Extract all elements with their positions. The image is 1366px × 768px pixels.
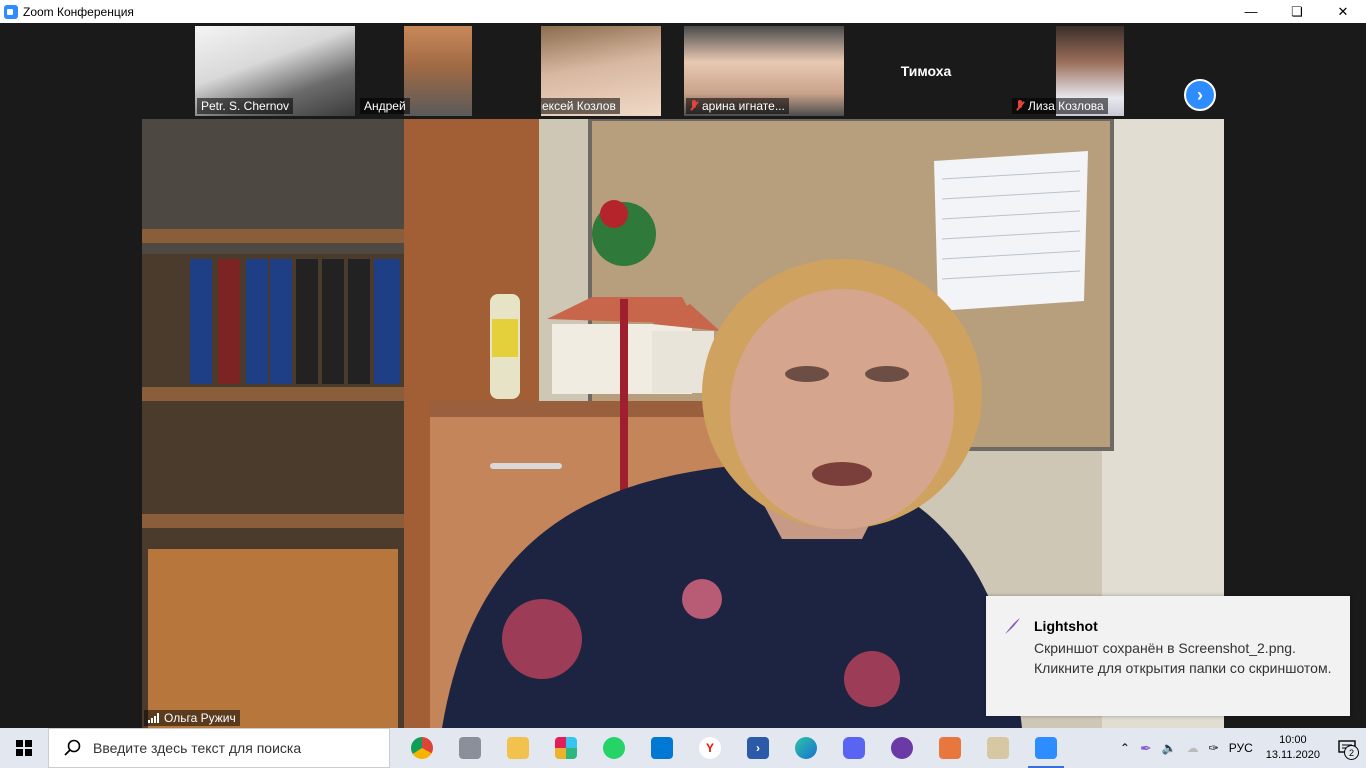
snip-icon [459,737,481,759]
whatsapp-icon [603,737,625,759]
document-icon [939,737,961,759]
taskbar-app-vscode[interactable] [638,728,686,768]
clock[interactable]: 10:00 13.11.2020 [1258,733,1328,763]
participant-tile[interactable]: Алексей Козлов [541,26,661,116]
notification-title: Lightshot [1034,618,1098,634]
participant-name: Алексей Козлов [541,98,620,114]
title-bar: Zoom Конференция — ❏ ✕ [0,0,1366,23]
tray-pen[interactable]: ✑ [1204,728,1224,768]
search-icon [61,739,85,757]
vscode-icon [651,737,673,759]
tray-onedrive[interactable]: ☁ [1182,728,1204,768]
taskbar-app-discord[interactable] [830,728,878,768]
minimize-button[interactable]: — [1228,0,1274,23]
file-explorer-icon [507,737,529,759]
close-button[interactable]: ✕ [1320,0,1366,23]
taskbar-app-yandex[interactable]: Y [686,728,734,768]
chevron-up-icon: ⌃ [1119,741,1130,755]
participant-tile[interactable]: арина игнате... [684,26,844,116]
next-page-button[interactable]: › [1184,79,1216,111]
powershell-icon: › [747,737,769,759]
windows-logo-icon [16,740,32,756]
clock-time: 10:00 [1279,734,1307,746]
lightshot-feather-icon [1005,618,1020,634]
lightshot-notification[interactable]: Lightshot Скриншот сохранён в Screenshot… [986,596,1350,716]
participants-strip: Petr. S. Chernov Андрей Алексей Козлов а… [0,23,1366,119]
taskbar-app-powershell[interactable]: › [734,728,782,768]
notification-message: Скриншот сохранён в Screenshot_2.png. Кл… [1034,640,1332,676]
taskbar-app-slack[interactable] [542,728,590,768]
taskbar-app-document[interactable] [926,728,974,768]
participant-name: Андрей [360,98,410,114]
pen-icon: ✑ [1208,741,1219,755]
taskbar-app-paint[interactable] [974,728,1022,768]
yandex-icon: Y [699,737,721,759]
signal-strength-icon [148,713,159,723]
taskbar-app-file-explorer[interactable] [494,728,542,768]
taskbar-app-chrome[interactable] [398,728,446,768]
participant-name: Тимоха [900,63,952,79]
participant-tile[interactable]: Petr. S. Chernov [195,26,355,116]
taskbar-app-zoom[interactable] [1022,728,1070,768]
chevron-right-icon: › [1197,84,1203,105]
participant-name: Petr. S. Chernov [197,98,294,114]
participant-tile[interactable]: Андрей [358,26,473,116]
participant-name: Лиза Козлова [1012,98,1108,114]
slack-icon [555,737,577,759]
cloud-icon: ☁ [1186,741,1199,755]
participant-tile[interactable]: Лиза Козлова [1010,26,1170,116]
tray-lightshot[interactable]: ✒ [1135,728,1157,768]
zoom-logo-icon [4,4,18,19]
language-indicator[interactable]: РУС [1224,728,1258,768]
taskbar-app-whatsapp[interactable] [590,728,638,768]
speaker-name: Ольга Ружич [164,711,236,725]
edge-icon [795,737,817,759]
system-tray: ⌃ ✒ 🔈 ☁ ✑ РУС 10:00 13.11.2020 2 [1115,728,1366,768]
taskbar-app-edge[interactable] [782,728,830,768]
lightshot-feather-icon: ✒ [1139,739,1152,756]
action-center-button[interactable]: 2 [1328,728,1366,768]
clock-date: 13.11.2020 [1265,749,1320,761]
app-purple-icon [891,737,913,759]
discord-icon [843,737,865,759]
notification-count-badge: 2 [1344,745,1359,760]
chrome-icon [411,737,433,759]
speaker-label: Ольга Ружич [144,710,240,726]
participant-tile[interactable]: Тимоха [846,26,1006,116]
pinned-apps: Y › [398,728,1070,768]
taskbar: Введите здесь текст для поиска Y › ⌃ ✒ 🔈… [0,728,1366,768]
window-controls: — ❏ ✕ [1228,0,1366,23]
taskbar-app-snip[interactable] [446,728,494,768]
taskbar-app-purple[interactable] [878,728,926,768]
participant-video [404,26,472,116]
paint-icon [987,737,1009,759]
maximize-button[interactable]: ❏ [1274,0,1320,23]
search-placeholder: Введите здесь текст для поиска [93,740,302,756]
tray-volume[interactable]: 🔈 [1157,728,1182,768]
window-title: Zoom Конференция [23,4,134,19]
zoom-icon [1035,737,1057,759]
taskbar-search-box[interactable]: Введите здесь текст для поиска [48,728,390,768]
muted-mic-icon [690,100,698,112]
start-button[interactable] [0,728,48,768]
volume-icon: 🔈 [1161,741,1177,755]
muted-mic-icon [1016,100,1024,112]
show-hidden-icons-button[interactable]: ⌃ [1115,728,1135,768]
participant-name: арина игнате... [686,98,789,114]
